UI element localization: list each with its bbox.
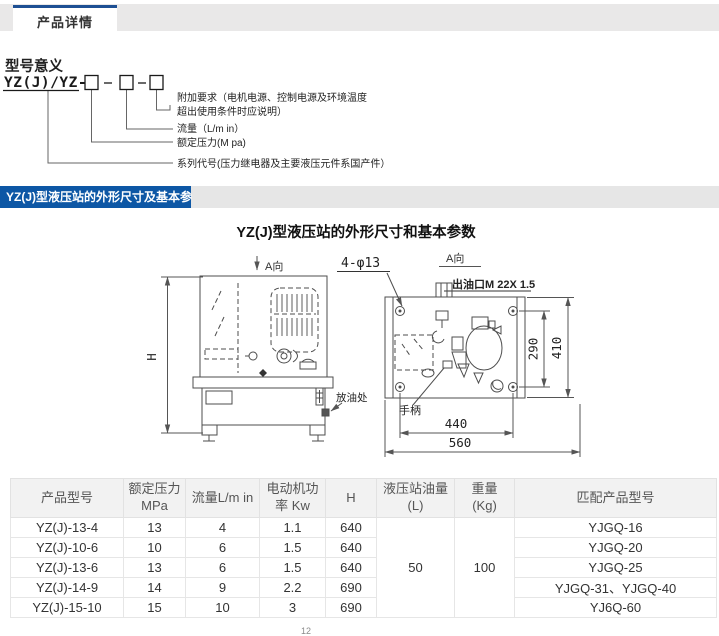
oil-level-gauge — [316, 388, 323, 405]
cell-match: YJGQ-20 — [515, 538, 717, 558]
col-flow: 流量L/m in — [186, 479, 260, 518]
oil-tank — [202, 388, 325, 425]
spec-table: 产品型号 额定压力 MPa 流量L/m in 电动机功率 Kw H 液压站油量 … — [10, 478, 717, 618]
cell-pressure: 13 — [124, 558, 186, 578]
cell-h: 690 — [326, 598, 377, 618]
cell-flow: 6 — [186, 538, 260, 558]
cell-model: YZ(J)-10-6 — [11, 538, 124, 558]
dim-h-lines — [161, 277, 203, 433]
table-row: YZ(J)-14-9 14 9 2.2 690 YJGQ-31、YJGQ-40 — [11, 578, 717, 598]
cell-power: 2.2 — [260, 578, 326, 598]
radiator-fins — [277, 294, 312, 336]
annotation-additional-line1: 附加要求（电机电源、控制电源及环境温度 — [177, 91, 367, 104]
outlet-port — [436, 283, 452, 297]
holes-label: 4-φ13 — [341, 256, 380, 271]
model-code-diagram: YZ(J)/YZ- 附加要求（电机电源、控制电源及环境温度 超出使用条件时应说明… — [0, 66, 719, 186]
cell-match: YJGQ-16 — [515, 518, 717, 538]
handle-label: 手柄 — [399, 403, 421, 417]
cell-h: 640 — [326, 558, 377, 578]
table-header-row: 产品型号 额定压力 MPa 流量L/m in 电动机功率 Kw H 液压站油量 … — [11, 479, 717, 518]
cell-h: 690 — [326, 578, 377, 598]
dim-560-label: 560 — [449, 435, 472, 450]
feet — [202, 425, 325, 441]
cell-flow: 4 — [186, 518, 260, 538]
leader-pressure — [92, 90, 174, 143]
valve-marker — [259, 369, 267, 377]
a-view-left-label: A向 — [265, 259, 283, 273]
page-number: 12 — [301, 626, 311, 636]
drain-label: 放油处 — [336, 391, 368, 404]
cell-flow: 10 — [186, 598, 260, 618]
dim-290-label: 290 — [526, 338, 541, 361]
table-row: YZ(J)-15-10 15 10 3 690 YJ6Q-60 — [11, 598, 717, 618]
tab-product-details[interactable]: 产品详情 — [13, 5, 117, 35]
col-pressure: 额定压力 MPa — [124, 479, 186, 518]
cell-power: 1.5 — [260, 558, 326, 578]
dim-h-label: H — [144, 353, 159, 361]
drain-plug — [322, 409, 329, 416]
a-view-right-label: A向 — [446, 251, 464, 265]
annotation-pressure: 额定压力(M pa) — [177, 136, 246, 149]
cell-power: 3 — [260, 598, 326, 618]
cell-oil-volume: 50 — [377, 518, 455, 618]
drawing-title: YZ(J)型液压站的外形尺寸和基本参数 — [236, 223, 476, 241]
section-bar: YZ(J)型液压站的外形尺寸及基本参 — [0, 186, 719, 208]
annotation-flow: 流量（L/m in） — [177, 122, 244, 135]
cell-model: YZ(J)-13-6 — [11, 558, 124, 578]
annotation-series: 系列代号(压力继电器及主要液压元件系国产件） — [177, 157, 390, 170]
handle-leader — [413, 368, 444, 405]
col-match: 匹配产品型号 — [515, 479, 717, 518]
cell-pressure: 10 — [124, 538, 186, 558]
annotation-additional-line2: 超出使用条件时应说明） — [177, 105, 287, 118]
cell-model: YZ(J)-14-9 — [11, 578, 124, 598]
cell-pressure: 14 — [124, 578, 186, 598]
table-row: YZ(J)-10-6 10 6 1.5 640 YJGQ-20 — [11, 538, 717, 558]
leader-additional — [157, 90, 171, 111]
table-row: YZ(J)-13-6 13 6 1.5 640 YJGQ-25 — [11, 558, 717, 578]
cell-h: 640 — [326, 518, 377, 538]
col-power: 电动机功率 Kw — [260, 479, 326, 518]
cell-pressure: 13 — [124, 518, 186, 538]
footprint-dashed — [395, 335, 433, 370]
product-detail-page: 产品详情 型号意义 YZ(J)/YZ- 附加要求（电机电源、控制电源及环境温度 … — [0, 0, 719, 636]
cell-match: YJGQ-31、YJGQ-40 — [515, 578, 717, 598]
cell-h: 640 — [326, 538, 377, 558]
dim-410-label: 410 — [549, 337, 564, 360]
section-bar-title: YZ(J)型液压站的外形尺寸及基本参 — [0, 186, 191, 208]
tab-label: 产品详情 — [37, 12, 93, 31]
leader-series — [48, 91, 173, 163]
drain-leader — [331, 403, 342, 411]
technical-drawing: YZ(J)型液压站的外形尺寸和基本参数 — [0, 212, 719, 472]
col-model: 产品型号 — [11, 479, 124, 518]
cell-match: YJ6Q-60 — [515, 598, 717, 618]
cell-power: 1.5 — [260, 538, 326, 558]
tank-top-outline — [385, 297, 525, 398]
name-plate — [206, 391, 232, 404]
code-placeholder-boxes — [85, 76, 163, 90]
cell-model: YZ(J)-15-10 — [11, 598, 124, 618]
outlet-label: 出油口M 22X 1.5 — [452, 277, 535, 291]
holes-leader — [387, 273, 402, 306]
dim-440-label: 440 — [445, 416, 468, 431]
tab-bar: 产品详情 — [0, 4, 719, 31]
shelf — [193, 377, 333, 388]
cell-flow: 9 — [186, 578, 260, 598]
cell-weight: 100 — [455, 518, 515, 618]
col-h: H — [326, 479, 377, 518]
model-code-text: YZ(J)/YZ- — [4, 75, 87, 91]
col-weight: 重量 (Kg) — [455, 479, 515, 518]
col-oil-volume: 液压站油量 (L) — [377, 479, 455, 518]
cell-model: YZ(J)-13-4 — [11, 518, 124, 538]
bolt-holes — [396, 307, 518, 392]
leader-flow — [127, 90, 174, 130]
cabinet-internals-dashed — [205, 283, 318, 373]
cell-power: 1.1 — [260, 518, 326, 538]
cell-pressure: 15 — [124, 598, 186, 618]
table-row: YZ(J)-13-4 13 4 1.1 640 50 100 YJGQ-16 — [11, 518, 717, 538]
cell-flow: 6 — [186, 558, 260, 578]
cell-match: YJGQ-25 — [515, 558, 717, 578]
